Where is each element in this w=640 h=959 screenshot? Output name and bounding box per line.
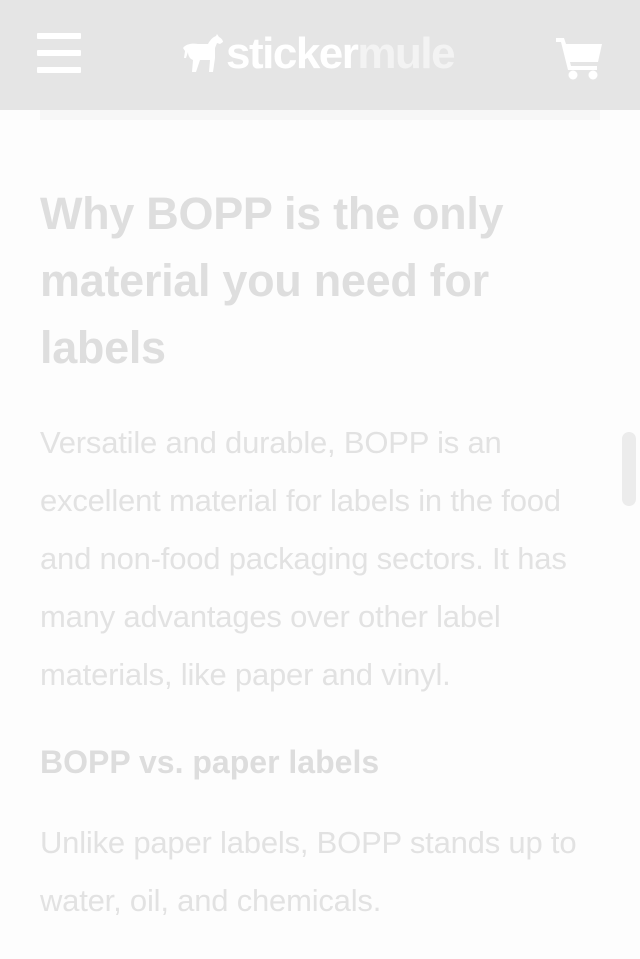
mule-logo-icon xyxy=(183,34,223,72)
menu-bar-bottom xyxy=(37,67,81,73)
top-navigation-bar: stickermule xyxy=(0,0,640,110)
section-subheading: BOPP vs. paper labels xyxy=(40,744,380,780)
shopping-cart-icon[interactable] xyxy=(556,36,604,80)
article-intro-paragraph: Versatile and durable, BOPP is an excell… xyxy=(40,425,567,692)
page: stickermule Why BOPP is the only materia… xyxy=(0,0,640,959)
sticker-mule-logo[interactable]: stickermule xyxy=(180,29,456,78)
hamburger-menu-icon[interactable] xyxy=(37,33,81,73)
logo-wordmark-sticker: sticker xyxy=(226,29,359,78)
logo-wordmark: stickermule xyxy=(226,29,456,78)
article-heading: Why BOPP is the only material you need f… xyxy=(40,188,504,373)
menu-bar-middle xyxy=(37,50,81,56)
previous-content-edge xyxy=(40,110,600,120)
cart-icon-graphic xyxy=(556,38,602,80)
logo-wordmark-mule: mule xyxy=(357,29,455,78)
article-content: Why BOPP is the only material you need f… xyxy=(40,180,600,930)
menu-bar-top xyxy=(37,33,81,39)
scrollbar-thumb[interactable] xyxy=(622,432,636,506)
section-paragraph: Unlike paper labels, BOPP stands up to w… xyxy=(40,825,577,918)
